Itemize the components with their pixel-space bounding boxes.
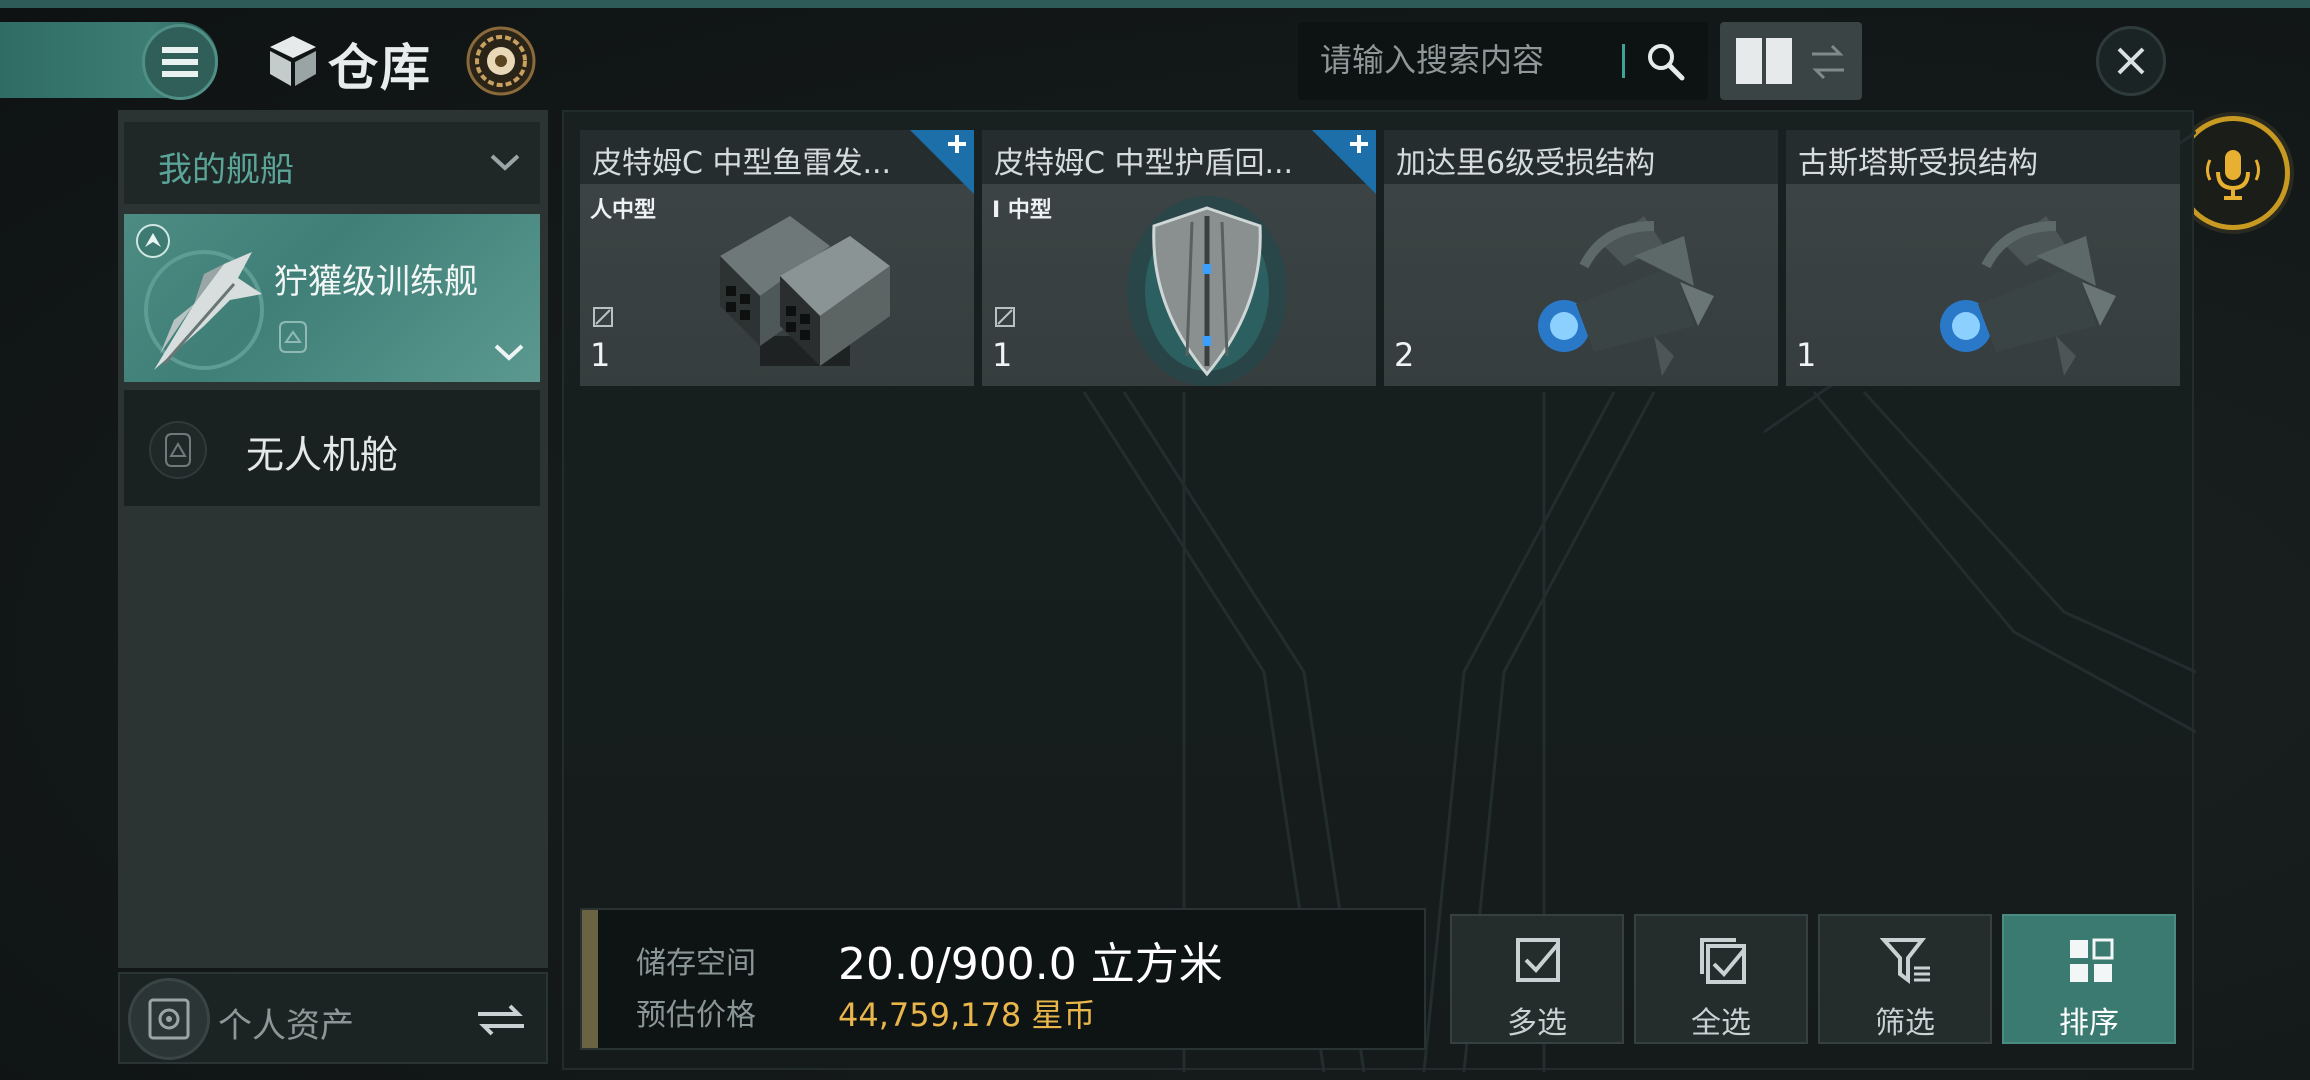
drone-bay-label: 无人机舱 xyxy=(246,433,399,477)
damaged-structure-image xyxy=(1538,216,1714,376)
item-name: 皮特姆C 中型护盾回... xyxy=(994,146,1294,181)
item-name: 皮特姆C 中型鱼雷发... xyxy=(592,146,892,181)
personal-assets-label: 个人资产 xyxy=(218,1006,354,1046)
close-icon xyxy=(2117,47,2145,75)
sort-button[interactable]: 排序 xyxy=(2002,914,2176,1044)
size-tag: I 中型 xyxy=(992,198,1052,223)
estimated-price-value: 44,759,178 星币 xyxy=(838,996,1096,1034)
item-card[interactable]: 皮特姆C 中型护盾回... I 中型 1 xyxy=(982,130,1376,386)
plus-icon[interactable] xyxy=(1312,130,1376,194)
chevron-down-icon xyxy=(494,344,524,361)
item-quantity: 2 xyxy=(1394,336,1415,374)
item-name: 古斯塔斯受损结构 xyxy=(1798,146,2038,181)
drone-bay-small-icon xyxy=(279,321,307,353)
sort-icon xyxy=(2070,938,2114,982)
multi-select-label: 多选 xyxy=(1507,1006,1567,1041)
sort-label: 排序 xyxy=(2059,1006,2119,1041)
item-name: 加达里6级受损结构 xyxy=(1396,146,1656,181)
drone-bay-icon xyxy=(149,421,207,479)
item-card[interactable]: 加达里6级受损结构 2 xyxy=(1384,130,1778,386)
search-input[interactable] xyxy=(1320,38,1620,82)
item-quantity: 1 xyxy=(590,336,611,374)
meta-icon xyxy=(593,307,613,327)
target-icon[interactable] xyxy=(464,24,538,98)
shield-booster-image xyxy=(1127,196,1287,386)
menu-button[interactable] xyxy=(142,24,218,100)
filter-button[interactable]: 筛选 xyxy=(1818,914,1992,1044)
meta-icon xyxy=(995,307,1015,327)
torpedo-launcher-image xyxy=(720,216,890,366)
item-quantity: 1 xyxy=(1796,336,1817,374)
safe-icon xyxy=(128,978,210,1060)
search-divider xyxy=(1622,44,1625,78)
plus-icon[interactable] xyxy=(910,130,974,194)
select-all-label: 全选 xyxy=(1691,1006,1751,1041)
grid-view-icon[interactable] xyxy=(1734,36,1794,86)
item-quantity: 1 xyxy=(992,336,1013,374)
filter-icon xyxy=(1880,938,1930,984)
damaged-structure-image xyxy=(1940,216,2116,376)
multi-select-button[interactable]: 多选 xyxy=(1450,914,1624,1044)
ship-badge-icon xyxy=(136,224,170,258)
storage-info: 储存空间 20.0/900.0 立方米 预估价格 44,759,178 星币 xyxy=(580,908,1426,1050)
menu-icon xyxy=(162,47,198,77)
size-tag: 人中型 xyxy=(590,198,657,223)
ship-card[interactable]: 狞獾级训练舰 xyxy=(124,214,540,382)
page-title: 仓库 xyxy=(328,39,432,97)
top-accent-line xyxy=(0,0,2310,8)
search-box xyxy=(1298,22,1708,100)
close-button[interactable] xyxy=(2096,26,2166,96)
estimated-price-label: 预估价格 xyxy=(636,998,756,1033)
select-all-icon xyxy=(1700,938,1746,984)
microphone-icon xyxy=(2206,150,2260,200)
ship-dropdown-label: 我的舰船 xyxy=(158,150,294,190)
drone-bay-item[interactable]: 无人机舱 xyxy=(124,390,540,506)
storage-space-value: 20.0/900.0 立方米 xyxy=(838,939,1223,990)
search-icon[interactable] xyxy=(1646,42,1686,82)
swap-icon[interactable] xyxy=(474,1002,528,1038)
cube-icon xyxy=(270,36,316,86)
item-card[interactable]: 古斯塔斯受损结构 1 xyxy=(1786,130,2180,386)
view-toggle[interactable] xyxy=(1720,22,1862,100)
swap-view-icon[interactable] xyxy=(1808,42,1848,82)
ship-dropdown[interactable]: 我的舰船 xyxy=(124,122,540,204)
filter-label: 筛选 xyxy=(1875,1006,1935,1041)
ship-name: 狞獾级训练舰 xyxy=(274,262,478,302)
storage-space-label: 储存空间 xyxy=(636,946,756,981)
chevron-down-icon xyxy=(490,154,520,171)
personal-assets-bar[interactable]: 个人资产 xyxy=(118,972,548,1064)
checkbox-icon xyxy=(1516,938,1560,982)
storage-accent xyxy=(582,910,598,1048)
select-all-button[interactable]: 全选 xyxy=(1634,914,1808,1044)
item-card[interactable]: 皮特姆C 中型鱼雷发... 人中型 1 xyxy=(580,130,974,386)
